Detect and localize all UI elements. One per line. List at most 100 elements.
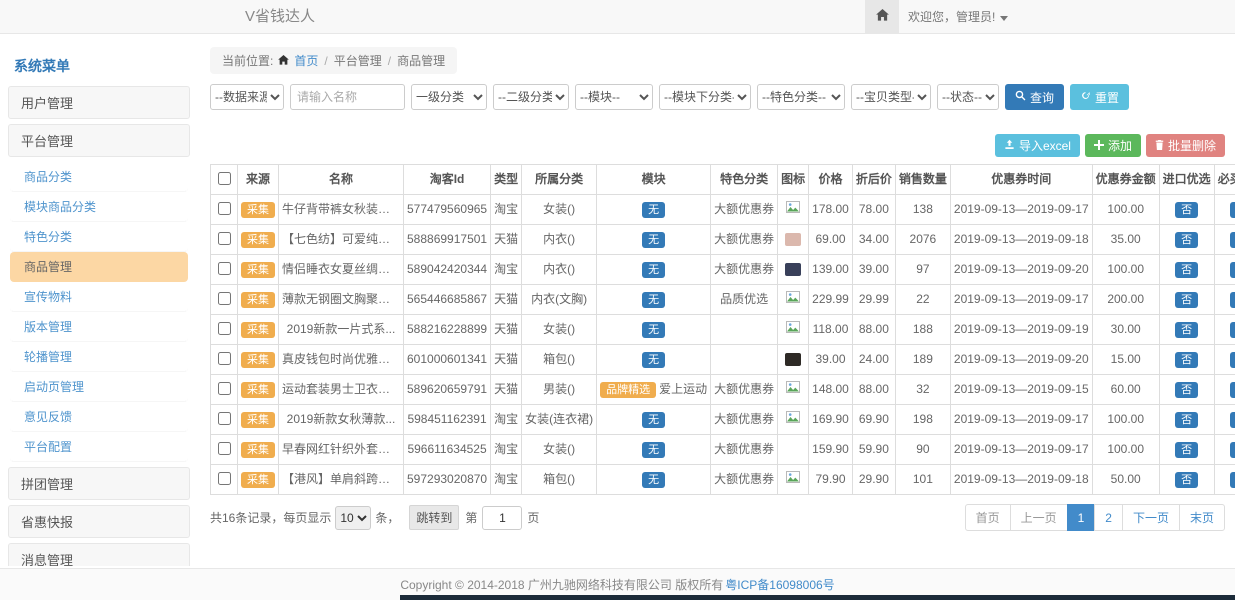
category-cell: 箱包() (522, 465, 597, 495)
row-checkbox[interactable] (218, 292, 231, 305)
sidebar-item-module-product-category[interactable]: 模块商品分类 (10, 192, 188, 222)
reset-button[interactable]: 重置 (1070, 84, 1129, 110)
discount-price-cell: 88.00 (852, 375, 895, 405)
level1-category-select[interactable]: 一级分类 (411, 84, 487, 110)
page-2-button[interactable]: 2 (1094, 504, 1123, 531)
data-source-select[interactable]: --数据来源-- (210, 84, 284, 110)
sidebar-group-platform-manage[interactable]: 平台管理 (8, 124, 190, 157)
must-buy-toggle[interactable]: 否 (1230, 472, 1235, 488)
icon-cell (778, 465, 809, 495)
must-buy-toggle[interactable]: 否 (1230, 442, 1235, 458)
import-optional-toggle[interactable]: 否 (1175, 442, 1198, 458)
sidebar-group-message-manage[interactable]: 消息管理 (8, 543, 190, 566)
sidebar-group-user-manage[interactable]: 用户管理 (8, 86, 190, 119)
sidebar-group-express-news[interactable]: 省惠快报 (8, 505, 190, 538)
top-navbar: V省钱达人 欢迎您，管理员! (0, 0, 1235, 34)
import-optional-toggle[interactable]: 否 (1175, 262, 1198, 278)
level2-category-select[interactable]: --二级分类-- (493, 84, 569, 110)
sidebar-item-feature-category[interactable]: 特色分类 (10, 222, 188, 252)
type-cell: 淘宝 (491, 405, 522, 435)
price-cell: 118.00 (809, 315, 853, 345)
search-icon (1015, 90, 1026, 104)
row-checkbox[interactable] (218, 352, 231, 365)
sidebar-item-product-manage[interactable]: 商品管理 (10, 252, 188, 282)
reset-button-label: 重置 (1095, 89, 1119, 106)
coupon-time-cell: 2019-09-13—2019-09-18 (950, 225, 1092, 255)
source-badge: 采集 (241, 472, 275, 488)
row-checkbox[interactable] (218, 202, 231, 215)
module-select[interactable]: --模块-- (575, 84, 653, 110)
last-page-button[interactable]: 末页 (1179, 504, 1225, 531)
must-buy-toggle[interactable]: 否 (1230, 382, 1235, 398)
feature-category-select[interactable]: --特色分类-- (757, 84, 845, 110)
icon-cell (778, 285, 809, 315)
column-header-8: 价格 (809, 165, 853, 195)
import-optional-toggle[interactable]: 否 (1175, 322, 1198, 338)
category-cell: 内衣() (522, 255, 597, 285)
taoke-id-cell: 601000601341 (404, 345, 491, 375)
name-search-input[interactable] (290, 84, 405, 110)
prev-page-button[interactable]: 上一页 (1010, 504, 1068, 531)
must-buy-toggle[interactable]: 否 (1230, 352, 1235, 368)
sidebar-item-carousel-manage[interactable]: 轮播管理 (10, 342, 188, 372)
per-page-select[interactable]: 10 (335, 506, 371, 530)
price-cell: 39.00 (809, 345, 853, 375)
row-select-cell (211, 375, 238, 405)
sidebar-item-splash-manage[interactable]: 启动页管理 (10, 372, 188, 402)
must-buy-cell: 否 (1214, 435, 1235, 465)
add-button[interactable]: 添加 (1085, 134, 1141, 157)
user-menu[interactable]: 欢迎您，管理员! (908, 0, 1008, 33)
import-optional-cell: 否 (1159, 435, 1214, 465)
jump-button[interactable]: 跳转到 (409, 505, 459, 530)
discount-price-cell: 29.90 (852, 465, 895, 495)
search-button[interactable]: 查询 (1005, 84, 1064, 110)
import-excel-button[interactable]: 导入excel (995, 134, 1080, 157)
coupon-amount-cell: 100.00 (1092, 195, 1159, 225)
sidebar-item-platform-config[interactable]: 平台配置 (10, 432, 188, 462)
row-checkbox[interactable] (218, 472, 231, 485)
icon-cell (778, 435, 809, 465)
page-1-button[interactable]: 1 (1067, 504, 1096, 531)
import-optional-toggle[interactable]: 否 (1175, 232, 1198, 248)
breadcrumb-home-link[interactable]: 首页 (294, 52, 318, 69)
first-page-button[interactable]: 首页 (965, 504, 1011, 531)
must-buy-toggle[interactable]: 否 (1230, 322, 1235, 338)
row-checkbox[interactable] (218, 262, 231, 275)
sidebar-group-groupbuy-manage[interactable]: 拼团管理 (8, 467, 190, 500)
row-checkbox[interactable] (218, 442, 231, 455)
module-cell: 无 (597, 225, 711, 255)
price-cell: 139.00 (809, 255, 853, 285)
import-optional-toggle[interactable]: 否 (1175, 472, 1198, 488)
sidebar-item-promo-material[interactable]: 宣传物料 (10, 282, 188, 312)
category-cell: 女装() (522, 195, 597, 225)
sidebar-item-product-category[interactable]: 商品分类 (10, 162, 188, 192)
page-number-input[interactable] (482, 506, 522, 530)
row-checkbox[interactable] (218, 412, 231, 425)
item-type-select[interactable]: --宝贝类型-- (851, 84, 931, 110)
row-checkbox[interactable] (218, 322, 231, 335)
status-select[interactable]: --状态-- (937, 84, 999, 110)
sidebar-item-feedback[interactable]: 意见反馈 (10, 402, 188, 432)
category-cell: 女装() (522, 315, 597, 345)
import-optional-toggle[interactable]: 否 (1175, 382, 1198, 398)
import-optional-toggle[interactable]: 否 (1175, 202, 1198, 218)
must-buy-toggle[interactable]: 否 (1230, 202, 1235, 218)
select-all-checkbox[interactable] (218, 172, 231, 185)
batch-delete-button[interactable]: 批量删除 (1146, 134, 1225, 157)
module-subcategory-select[interactable]: --模块下分类-- (659, 84, 751, 110)
product-name-cell: 早春网红针织外套女春... (279, 435, 404, 465)
must-buy-toggle[interactable]: 否 (1230, 412, 1235, 428)
row-checkbox[interactable] (218, 382, 231, 395)
import-optional-toggle[interactable]: 否 (1175, 352, 1198, 368)
sidebar-item-version-manage[interactable]: 版本管理 (10, 312, 188, 342)
next-page-button[interactable]: 下一页 (1122, 504, 1180, 531)
import-optional-toggle[interactable]: 否 (1175, 292, 1198, 308)
icp-link[interactable]: 粤ICP备16098006号 (725, 576, 834, 593)
import-optional-toggle[interactable]: 否 (1175, 412, 1198, 428)
home-button[interactable] (865, 0, 899, 33)
must-buy-toggle[interactable]: 否 (1230, 292, 1235, 308)
sidebar-title: 系统菜单 (14, 56, 190, 76)
row-checkbox[interactable] (218, 232, 231, 245)
must-buy-toggle[interactable]: 否 (1230, 232, 1235, 248)
must-buy-toggle[interactable]: 否 (1230, 262, 1235, 278)
